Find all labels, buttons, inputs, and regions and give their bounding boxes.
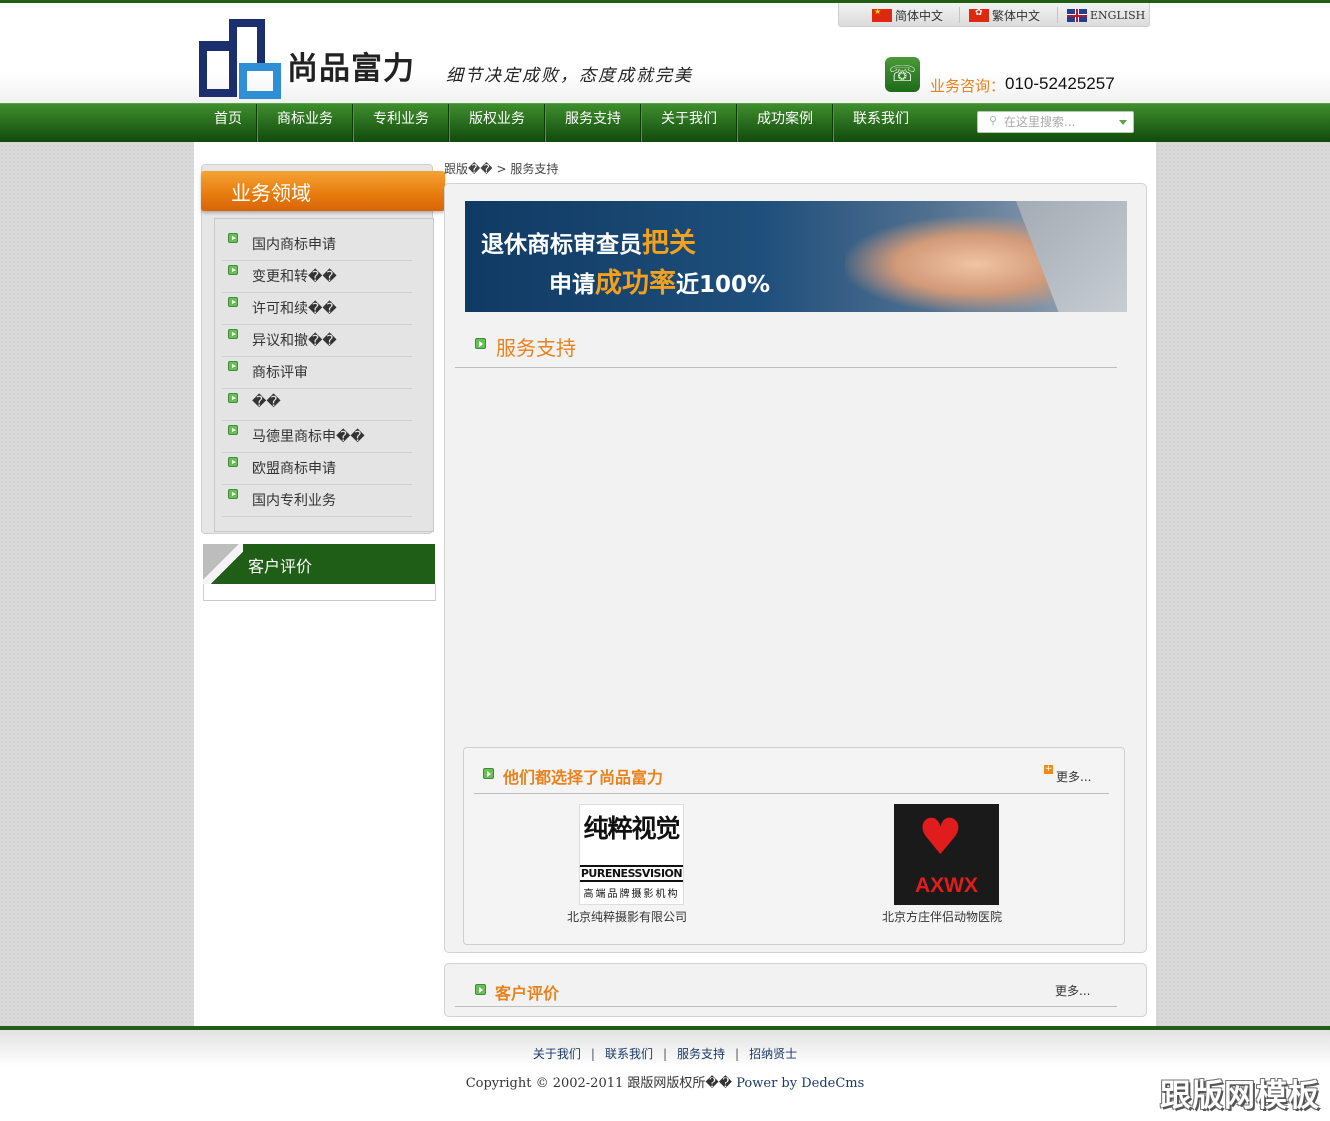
lang-divider bbox=[959, 7, 960, 23]
breadcrumb-separator: > bbox=[496, 162, 507, 176]
client-logo-subtext: PURENESSVISION bbox=[580, 865, 683, 882]
breadcrumb-home[interactable]: 跟版�� bbox=[444, 162, 493, 176]
hong-kong-flag-icon bbox=[969, 8, 989, 22]
lang-label: ENGLISH bbox=[1090, 8, 1146, 22]
sidebar-item[interactable]: 许可和续�� bbox=[222, 293, 412, 325]
nav-trademark[interactable]: 商标业务 bbox=[258, 104, 352, 143]
copyright: Copyright © 2002-2011 跟版网版权所�� Power by … bbox=[465, 1076, 865, 1091]
search-box: ⚲ bbox=[977, 111, 1134, 133]
logo-text: 尚品富力 bbox=[287, 51, 415, 87]
china-flag-icon bbox=[872, 7, 892, 22]
bullet-icon bbox=[228, 233, 238, 243]
sidebar-item[interactable]: 变更和转�� bbox=[222, 261, 412, 293]
sidebar-comments-header: 客户评价 bbox=[203, 544, 435, 584]
hotline-label: 业务咨询： bbox=[930, 77, 1006, 95]
reviews-more-link[interactable]: 更多... bbox=[1055, 982, 1090, 999]
footer-link-contact[interactable]: 联系我们 bbox=[605, 1047, 653, 1061]
nav-home[interactable]: 首页 bbox=[200, 104, 256, 143]
bullet-icon bbox=[228, 457, 238, 467]
client-logo-pureness[interactable]: 纯粹视觉 PURENESSVISION 高端品牌摄影机构 bbox=[579, 804, 684, 905]
lang-divider bbox=[1057, 7, 1058, 23]
footer: 关于我们 | 联系我们 | 服务支持 | 招纳贤士 Copyright © 2002-201… bbox=[0, 1030, 1330, 1121]
footer-link-service[interactable]: 服务支持 bbox=[677, 1047, 725, 1061]
bullet-icon bbox=[228, 329, 238, 339]
watermark: 跟版网模板 bbox=[1160, 1078, 1320, 1114]
nav-contact[interactable]: 联系我们 bbox=[834, 104, 928, 143]
hotline-number: 010-52425257 bbox=[1005, 74, 1115, 93]
sidebar-title: 业务领域 bbox=[231, 181, 311, 205]
logo-mark[interactable] bbox=[199, 19, 283, 99]
bullet-icon bbox=[228, 425, 238, 435]
uk-flag-icon bbox=[1067, 8, 1087, 22]
chevron-down-icon[interactable] bbox=[1119, 120, 1127, 125]
reviews-title: 客户评价 bbox=[495, 984, 560, 1003]
footer-links: 关于我们 | 联系我们 | 服务支持 | 招纳贤士 bbox=[532, 1047, 798, 1061]
client-name[interactable]: 北京方庄伴侣动物医院 bbox=[882, 908, 1002, 925]
bullet-icon bbox=[228, 361, 238, 371]
main-nav: 首页 商标业务 专利业务 版权业务 服务支持 关于我们 成功案例 联系我们 ⚲ bbox=[0, 103, 1330, 143]
sidebar-item[interactable]: 国内商标申请 bbox=[222, 229, 412, 261]
client-name[interactable]: 北京纯粹摄影有限公司 bbox=[567, 908, 687, 925]
search-input[interactable] bbox=[1004, 113, 1116, 131]
lang-simplified-chinese[interactable]: 简体中文 bbox=[872, 7, 943, 23]
promo-banner[interactable]: 退休商标审查员把关 申请成功率近100% bbox=[465, 201, 1127, 312]
bullet-icon bbox=[228, 297, 238, 307]
plus-icon: + bbox=[1044, 764, 1053, 774]
banner-line-1: 退休商标审查员把关 bbox=[481, 228, 696, 259]
footer-link-careers[interactable]: 招纳贤士 bbox=[749, 1047, 797, 1061]
client-logo-axwx[interactable]: ♥ AXWX bbox=[894, 804, 999, 905]
clients-more-link[interactable]: 更多... bbox=[1056, 768, 1091, 785]
sidebar-comments-body bbox=[203, 584, 436, 601]
breadcrumb-current[interactable]: 服务支持 bbox=[510, 162, 558, 176]
section-divider bbox=[455, 367, 1117, 368]
lang-english[interactable]: ENGLISH bbox=[1067, 7, 1145, 23]
sidebar-comments-title: 客户评价 bbox=[248, 557, 313, 576]
lang-label: 简体中文 bbox=[895, 8, 944, 23]
lang-traditional-chinese[interactable]: 繁体中文 bbox=[969, 7, 1040, 23]
slogan: 细节决定成败，态度成就完美 bbox=[446, 66, 693, 86]
sidebar-item[interactable]: 马德里商标申�� bbox=[222, 421, 412, 453]
bullet-icon bbox=[228, 265, 238, 275]
nav-service-support[interactable]: 服务支持 bbox=[546, 104, 640, 143]
sidebar-item[interactable]: 国内专利业务 bbox=[222, 485, 412, 517]
stripe-decoration bbox=[203, 544, 243, 584]
language-bar: 简体中文 繁体中文 ENGLISH bbox=[838, 3, 1150, 27]
power-by-link[interactable]: Power by DedeCms bbox=[736, 1076, 864, 1091]
client-logo-text: 纯粹视觉 bbox=[583, 814, 680, 843]
search-icon: ⚲ bbox=[989, 114, 998, 127]
clients-divider bbox=[474, 793, 1109, 794]
footer-link-about[interactable]: 关于我们 bbox=[533, 1047, 581, 1061]
sidebar-item[interactable]: 欧盟商标申请 bbox=[222, 453, 412, 485]
bullet-icon bbox=[228, 489, 238, 499]
nav-about[interactable]: 关于我们 bbox=[642, 104, 736, 143]
banner-line-2: 申请成功率近100% bbox=[549, 268, 771, 299]
nav-cases[interactable]: 成功案例 bbox=[738, 104, 832, 143]
client-logo-text: AXWX bbox=[915, 874, 978, 897]
reviews-divider bbox=[455, 1006, 1117, 1007]
phone-icon: ☏ bbox=[885, 57, 920, 92]
sidebar-item[interactable]: �� bbox=[222, 389, 412, 421]
reviews-bullet-icon bbox=[475, 984, 486, 995]
section-title: 服务支持 bbox=[496, 336, 576, 360]
bullet-icon bbox=[228, 393, 238, 403]
sidebar-item[interactable]: 商标评审 bbox=[222, 357, 412, 389]
sidebar-title-bar: 业务领域 bbox=[201, 171, 445, 211]
sidebar-item[interactable]: 异议和撤�� bbox=[222, 325, 412, 357]
clients-title: 他们都选择了尚品富力 bbox=[503, 768, 664, 787]
heart-icon: ♥ bbox=[918, 808, 963, 866]
clients-bullet-icon bbox=[483, 768, 494, 779]
breadcrumb: 跟版�� > 服务支持 bbox=[444, 160, 558, 177]
nav-patent[interactable]: 专利业务 bbox=[354, 104, 448, 143]
lang-label: 繁体中文 bbox=[992, 8, 1041, 23]
client-logo-tagline: 高端品牌摄影机构 bbox=[583, 889, 680, 900]
nav-copyright[interactable]: 版权业务 bbox=[450, 104, 544, 143]
